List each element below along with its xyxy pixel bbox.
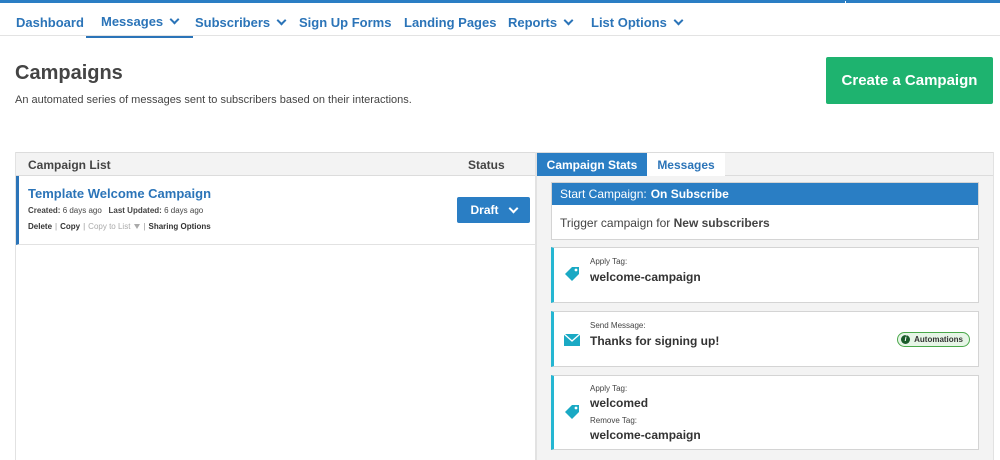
nav-landing-pages-label: Landing Pages (404, 14, 497, 30)
nav-list-options[interactable]: List Options (591, 6, 684, 38)
start-campaign-label: Start Campaign: (560, 187, 647, 201)
step-value: welcomed (590, 396, 649, 410)
campaign-actions: Delete | Copy | Copy to List | Sharing O… (28, 222, 211, 231)
chevron-down-icon (508, 203, 518, 213)
action-separator: | (83, 222, 86, 231)
nav-subscribers[interactable]: Subscribers (195, 6, 287, 38)
chevron-down-icon (276, 15, 287, 25)
copy-to-list-link[interactable]: Copy to List (88, 222, 130, 231)
nav-dashboard[interactable]: Dashboard (16, 6, 84, 38)
step-apply-tag[interactable]: Apply Tag: welcome-campaign (551, 247, 979, 303)
top-nav: Dashboard Messages Subscribers Sign Up F… (0, 0, 1000, 38)
sharing-options-link[interactable]: Sharing Options (149, 222, 211, 231)
delete-link[interactable]: Delete (28, 222, 52, 231)
nav-reports-label: Reports (508, 14, 558, 30)
step-value: welcome-campaign (590, 270, 701, 284)
nav-subscribers-label: Subscribers (195, 14, 271, 30)
step-value: Thanks for signing up! (590, 334, 720, 348)
step-label: Apply Tag: (590, 257, 628, 266)
campaign-row: Template Welcome Campaign Created: 6 day… (16, 176, 535, 245)
caret-down-icon (134, 224, 141, 229)
info-icon: i (901, 335, 911, 344)
nav-list-options-label: List Options (591, 14, 667, 30)
tag-icon (564, 404, 580, 425)
page-subtitle: An automated series of messages sent to … (15, 94, 412, 106)
tag-icon (564, 266, 580, 287)
campaign-title-link[interactable]: Template Welcome Campaign (28, 186, 211, 201)
nav-divider (845, 1, 1000, 3)
automations-badge[interactable]: i Automations (897, 332, 970, 347)
campaign-list-header: Campaign List Status (16, 152, 535, 176)
step-label: Send Message: (590, 321, 646, 330)
trigger-prefix: Trigger campaign for (560, 216, 671, 230)
trigger-value: New subscribers (673, 216, 770, 230)
automations-badge-label: Automations (914, 335, 963, 344)
stats-tabbar: Campaign Stats Messages (537, 152, 993, 176)
create-campaign-button[interactable]: Create a Campaign (826, 57, 993, 104)
status-dropdown-button[interactable]: Draft (457, 197, 530, 223)
updated-label: Last Updated: (108, 206, 162, 215)
step-label-secondary: Remove Tag: (590, 416, 637, 425)
start-campaign-body: Trigger campaign for New subscribers (560, 216, 770, 230)
campaign-stats-panel: Campaign Stats Messages Start Campaign: … (536, 152, 994, 460)
nav-reports[interactable]: Reports (508, 6, 574, 38)
start-campaign-trigger: On Subscribe (650, 187, 729, 201)
column-header-status: Status (468, 158, 505, 172)
column-header-campaign-list: Campaign List (28, 158, 111, 172)
nav-messages-label: Messages (101, 13, 164, 29)
nav-dashboard-label: Dashboard (16, 14, 84, 30)
step-label: Apply Tag: (590, 384, 628, 393)
nav-signup-forms[interactable]: Sign Up Forms (299, 6, 391, 38)
chevron-down-icon (169, 14, 180, 24)
action-separator: | (143, 222, 146, 231)
step-value-secondary: welcome-campaign (590, 428, 701, 442)
action-separator: | (55, 222, 58, 231)
chevron-down-icon (563, 15, 574, 25)
nav-landing-pages[interactable]: Landing Pages (404, 6, 496, 38)
campaign-meta: Created: 6 days ago Last Updated: 6 days… (28, 206, 203, 215)
step-send-message[interactable]: Send Message: Thanks for signing up! i A… (551, 311, 979, 367)
step-apply-remove-tag[interactable]: Apply Tag: welcomed Remove Tag: welcome-… (551, 375, 979, 450)
created-value: 6 days ago (62, 206, 102, 215)
updated-value: 6 days ago (164, 206, 204, 215)
start-campaign-header: Start Campaign: On Subscribe (552, 183, 978, 205)
campaign-list-panel: Campaign List Status Template Welcome Ca… (15, 152, 536, 460)
copy-link[interactable]: Copy (60, 222, 80, 231)
tab-messages[interactable]: Messages (647, 153, 725, 176)
chevron-down-icon (673, 15, 684, 25)
tab-campaign-stats[interactable]: Campaign Stats (537, 153, 647, 176)
page-title: Campaigns (15, 62, 123, 84)
created-label: Created: (28, 206, 61, 215)
start-campaign-card: Start Campaign: On Subscribe Trigger cam… (551, 182, 979, 240)
nav-messages[interactable]: Messages (86, 6, 194, 38)
nav-signup-forms-label: Sign Up Forms (299, 14, 392, 30)
status-label: Draft (470, 203, 499, 217)
envelope-icon (563, 333, 581, 351)
